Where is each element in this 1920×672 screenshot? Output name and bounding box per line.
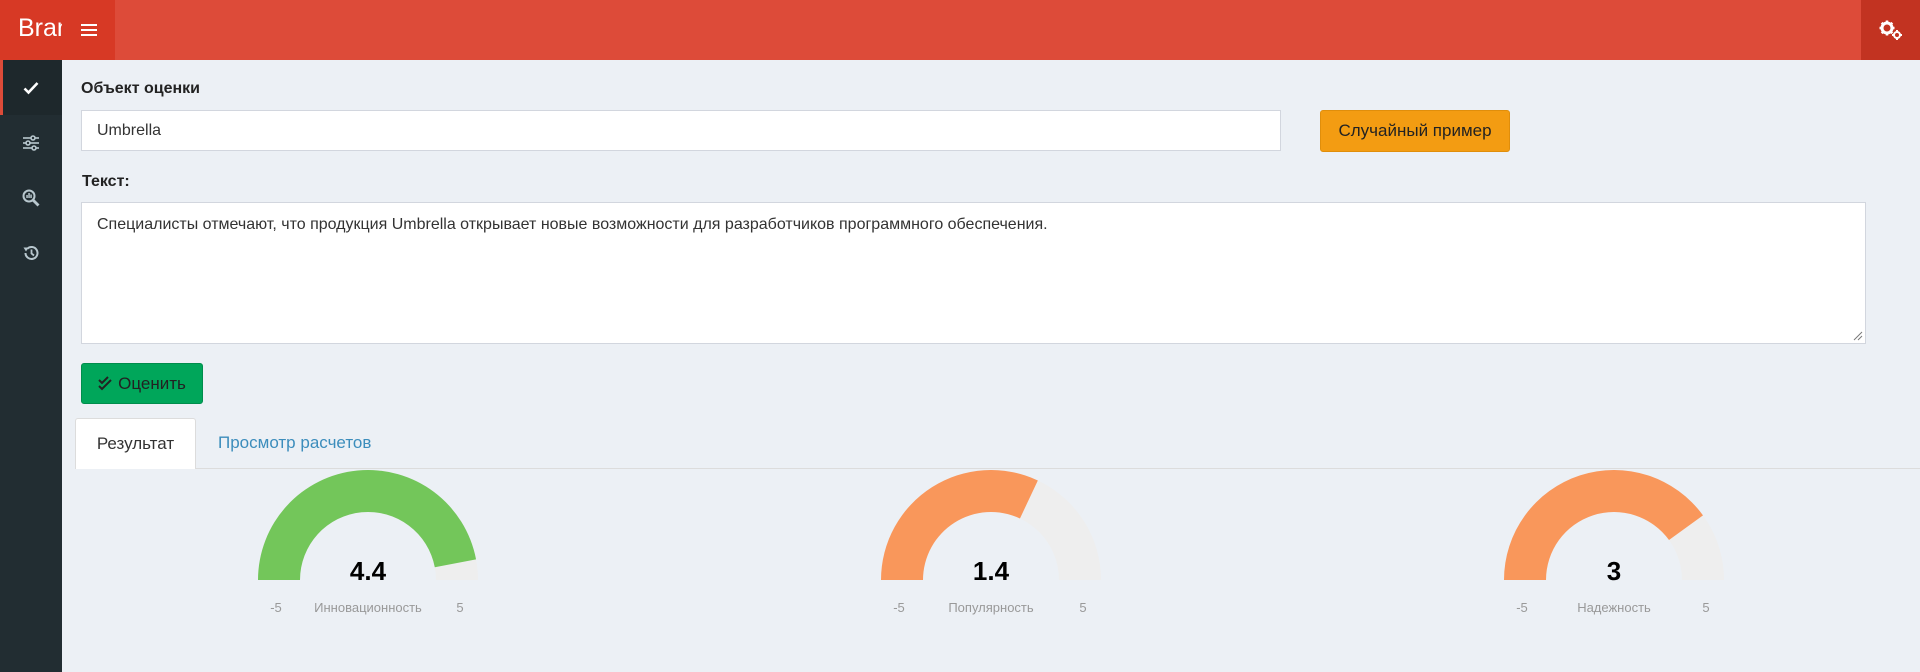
text-label: Текст:	[82, 173, 130, 190]
main-content: Объект оценки Umbrella Случайный пример …	[62, 60, 1920, 672]
sidebar-item-history[interactable]	[0, 225, 62, 280]
gauge-max: 5	[1702, 600, 1710, 615]
sliders-icon	[23, 134, 39, 151]
tab-calculations[interactable]: Просмотр расчетов	[204, 418, 385, 468]
search-chart-icon	[22, 189, 40, 206]
text-input[interactable]: Специалисты отмечают, что продукция Umbr…	[81, 202, 1866, 344]
double-check-icon	[98, 375, 112, 390]
object-label: Объект оценки	[81, 80, 200, 97]
gauge-value: 3	[1606, 556, 1622, 586]
gauge-max: 5	[1079, 600, 1087, 615]
resize-handle-icon[interactable]	[1851, 329, 1863, 341]
gauge-value: 4.4	[349, 556, 387, 586]
gauge-reliability: 3 -5 Надежность 5	[1494, 470, 1734, 615]
settings-button[interactable]	[1861, 0, 1920, 60]
text-input-value: Специалисты отмечают, что продукция Umbr…	[97, 216, 1048, 233]
brand-logo[interactable]: Brand Analytics	[0, 0, 62, 60]
hamburger-icon	[80, 24, 97, 36]
gauge-innovation: 4.4 -5 Инновационность 5	[248, 470, 488, 615]
gauge-max: 5	[456, 600, 464, 615]
sidebar-item-analysis[interactable]	[0, 170, 62, 225]
evaluate-button-label: Оценить	[118, 373, 186, 393]
tab-result[interactable]: Результат	[75, 418, 196, 469]
check-icon	[23, 81, 39, 94]
gears-icon	[1879, 20, 1902, 40]
object-input[interactable]: Umbrella	[81, 110, 1281, 151]
tabs-divider	[75, 468, 1920, 469]
gauge-value: 1.4	[972, 556, 1010, 586]
sidebar-toggle-button[interactable]	[62, 0, 115, 60]
top-navbar: Brand Analytics	[0, 0, 1920, 60]
gauge-popularity: 1.4 -5 Популярность 5	[871, 470, 1111, 615]
sidebar-item-settings[interactable]	[0, 115, 62, 170]
evaluate-button[interactable]: Оценить	[81, 363, 203, 404]
sidebar	[0, 60, 62, 672]
history-icon	[23, 245, 39, 260]
sidebar-item-evaluate[interactable]	[0, 60, 62, 115]
random-example-button[interactable]: Случайный пример	[1320, 110, 1510, 152]
